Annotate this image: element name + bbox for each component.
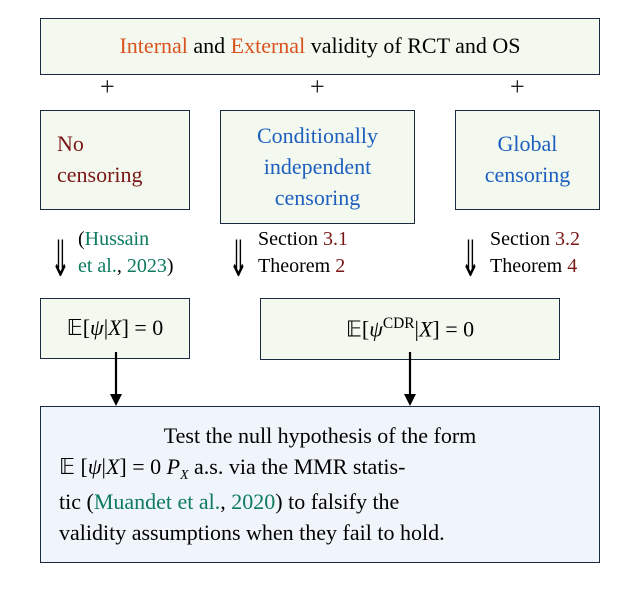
implies-arrow-3: ⇓: [460, 228, 480, 291]
ref-hussain: (Hussain et al., 2023): [78, 226, 208, 280]
cond-indep-censoring-box: Conditionally independent censoring: [220, 110, 415, 224]
global-censoring-box: Global censoring: [455, 110, 600, 210]
equation-psi-box: 𝔼[ψ|X] = 0: [40, 298, 190, 359]
cond3-l1: Global: [464, 129, 591, 160]
cond2-l2: independent: [233, 152, 402, 183]
ref1-sep: ,: [117, 255, 127, 277]
test-l2-Xsub: X: [180, 467, 188, 482]
test-l2a: 𝔼 [: [59, 454, 88, 479]
null-hypothesis-box: Test the null hypothesis of the form 𝔼 […: [40, 406, 600, 563]
ref2-l2b: 2: [335, 255, 345, 277]
test-l3a: tic (: [59, 489, 94, 514]
test-l2d: a.s. via the MMR statis-: [189, 454, 406, 479]
test-l1: Test the null hypothesis of the form: [59, 421, 581, 452]
plus-sign-2: +: [310, 72, 325, 102]
test-l2-PX: P: [167, 454, 180, 479]
ref2-l1b: 3.1: [323, 228, 348, 250]
test-l4: validity assumptions when they fail to h…: [59, 518, 581, 549]
arrow-right: [402, 352, 418, 408]
test-l3-name: Muandet et al.: [94, 489, 220, 514]
plus-sign-1: +: [100, 72, 115, 102]
cond3-l2: censoring: [464, 160, 591, 191]
ref2-l1a: Section: [258, 228, 323, 250]
arrow-left: [108, 352, 124, 408]
test-l2-psi: ψ: [88, 454, 102, 479]
ref1-year: 2023: [127, 255, 167, 277]
and-word: and: [188, 33, 231, 58]
test-l3-sep: ,: [220, 489, 231, 514]
eq1-c: ] = 0: [122, 315, 164, 340]
external-word: External: [231, 33, 306, 58]
ref3-l1a: Section: [490, 228, 555, 250]
equation-psi-cdr-box: 𝔼[ψCDR|X] = 0: [260, 298, 560, 360]
eq1-a: 𝔼[: [67, 315, 90, 340]
plus-sign-3: +: [510, 72, 525, 102]
eq2-psi: ψ: [369, 316, 383, 341]
internal-word: Internal: [119, 33, 187, 58]
validity-box: Internal and External validity of RCT an…: [40, 18, 600, 75]
cond2-l1: Conditionally: [233, 121, 402, 152]
ref-section-3-2: Section 3.2 Theorem 4: [490, 226, 580, 280]
eq2-sup: CDR: [383, 315, 415, 332]
eq2-c: ] = 0: [432, 316, 474, 341]
implies-arrow-1: ⇓: [50, 228, 70, 291]
ref3-l1b: 3.2: [555, 228, 580, 250]
validity-rest: validity of RCT and OS: [305, 33, 520, 58]
eq2-X: X: [419, 316, 432, 341]
no-censoring-box: No censoring: [40, 110, 190, 210]
ref2-l2a: Theorem: [258, 255, 335, 277]
ref1-etal: et al.: [78, 255, 117, 277]
ref3-l2a: Theorem: [490, 255, 567, 277]
test-l3: tic (Muandet et al., 2020) to falsify th…: [59, 487, 581, 518]
test-l2-X: X: [106, 454, 119, 479]
test-l3-year: 2020: [231, 489, 275, 514]
ref1-name: Hussain: [85, 228, 149, 250]
test-l3b: ) to falsify the: [275, 489, 399, 514]
implies-arrow-2: ⇓: [228, 228, 248, 291]
cond2-l3: censoring: [233, 183, 402, 214]
ref1-open: (: [78, 228, 85, 250]
test-l2: 𝔼 [ψ|X] = 0 PX a.s. via the MMR statis-: [59, 452, 581, 487]
eq1-psi: ψ: [90, 315, 104, 340]
eq2-a: 𝔼[: [346, 316, 369, 341]
eq1-X: X: [108, 315, 121, 340]
ref1-close: ): [167, 255, 174, 277]
ref3-l2b: 4: [567, 255, 577, 277]
ref-section-3-1: Section 3.1 Theorem 2: [258, 226, 348, 280]
test-l2c: ] = 0: [119, 454, 166, 479]
no-censoring-label: No censoring: [57, 129, 173, 191]
